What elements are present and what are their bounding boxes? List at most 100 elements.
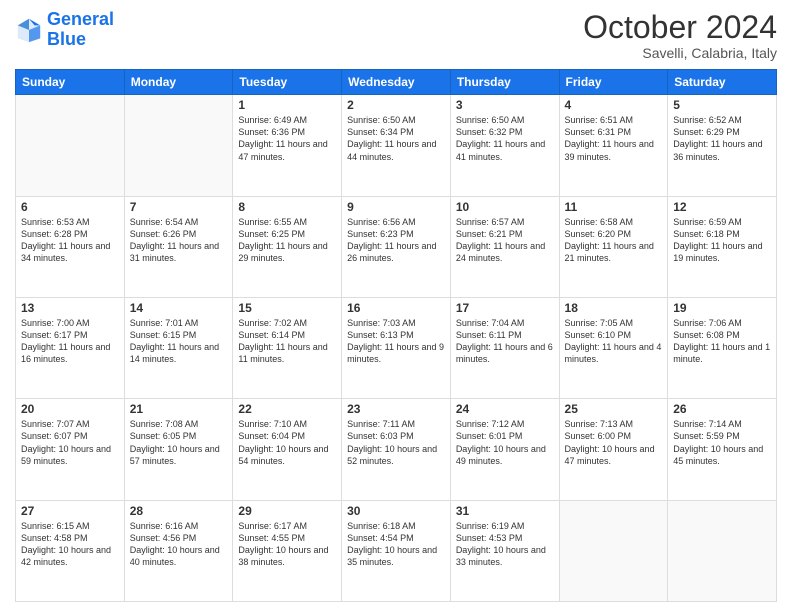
calendar-cell: 6 Sunrise: 6:53 AMSunset: 6:28 PMDayligh…: [16, 196, 125, 297]
cell-content: Sunrise: 7:00 AMSunset: 6:17 PMDaylight:…: [21, 318, 110, 364]
calendar-cell: [16, 95, 125, 196]
calendar-cell: 11 Sunrise: 6:58 AMSunset: 6:20 PMDaylig…: [559, 196, 668, 297]
calendar-cell: 27 Sunrise: 6:15 AMSunset: 4:58 PMDaylig…: [16, 500, 125, 601]
cell-content: Sunrise: 6:50 AMSunset: 6:32 PMDaylight:…: [456, 115, 545, 161]
calendar-week-0: 1 Sunrise: 6:49 AMSunset: 6:36 PMDayligh…: [16, 95, 777, 196]
calendar-week-1: 6 Sunrise: 6:53 AMSunset: 6:28 PMDayligh…: [16, 196, 777, 297]
cell-content: Sunrise: 7:12 AMSunset: 6:01 PMDaylight:…: [456, 419, 546, 465]
cell-content: Sunrise: 6:51 AMSunset: 6:31 PMDaylight:…: [565, 115, 654, 161]
calendar-cell: 26 Sunrise: 7:14 AMSunset: 5:59 PMDaylig…: [668, 399, 777, 500]
calendar-cell: 28 Sunrise: 6:16 AMSunset: 4:56 PMDaylig…: [124, 500, 233, 601]
calendar-table: Sunday Monday Tuesday Wednesday Thursday…: [15, 69, 777, 602]
calendar-cell: 5 Sunrise: 6:52 AMSunset: 6:29 PMDayligh…: [668, 95, 777, 196]
header: General Blue October 2024 Savelli, Calab…: [15, 10, 777, 61]
calendar-cell: 21 Sunrise: 7:08 AMSunset: 6:05 PMDaylig…: [124, 399, 233, 500]
calendar-cell: [668, 500, 777, 601]
cell-content: Sunrise: 6:54 AMSunset: 6:26 PMDaylight:…: [130, 217, 219, 263]
calendar-cell: 19 Sunrise: 7:06 AMSunset: 6:08 PMDaylig…: [668, 297, 777, 398]
calendar-cell: 23 Sunrise: 7:11 AMSunset: 6:03 PMDaylig…: [342, 399, 451, 500]
day-number: 5: [673, 98, 771, 112]
calendar-cell: 15 Sunrise: 7:02 AMSunset: 6:14 PMDaylig…: [233, 297, 342, 398]
logo-text: General Blue: [47, 10, 114, 50]
calendar-cell: 30 Sunrise: 6:18 AMSunset: 4:54 PMDaylig…: [342, 500, 451, 601]
cell-content: Sunrise: 6:50 AMSunset: 6:34 PMDaylight:…: [347, 115, 436, 161]
day-number: 31: [456, 504, 554, 518]
cell-content: Sunrise: 7:05 AMSunset: 6:10 PMDaylight:…: [565, 318, 662, 364]
day-number: 16: [347, 301, 445, 315]
logo-blue: Blue: [47, 30, 114, 50]
cell-content: Sunrise: 6:17 AMSunset: 4:55 PMDaylight:…: [238, 521, 328, 567]
logo-general: General: [47, 9, 114, 29]
cell-content: Sunrise: 6:57 AMSunset: 6:21 PMDaylight:…: [456, 217, 545, 263]
col-wednesday: Wednesday: [342, 70, 451, 95]
day-number: 7: [130, 200, 228, 214]
cell-content: Sunrise: 7:10 AMSunset: 6:04 PMDaylight:…: [238, 419, 328, 465]
day-number: 23: [347, 402, 445, 416]
logo-icon: [15, 16, 43, 44]
col-thursday: Thursday: [450, 70, 559, 95]
cell-content: Sunrise: 7:13 AMSunset: 6:00 PMDaylight:…: [565, 419, 655, 465]
cell-content: Sunrise: 7:11 AMSunset: 6:03 PMDaylight:…: [347, 419, 437, 465]
cell-content: Sunrise: 6:49 AMSunset: 6:36 PMDaylight:…: [238, 115, 327, 161]
calendar-week-2: 13 Sunrise: 7:00 AMSunset: 6:17 PMDaylig…: [16, 297, 777, 398]
calendar-week-3: 20 Sunrise: 7:07 AMSunset: 6:07 PMDaylig…: [16, 399, 777, 500]
calendar-cell: 13 Sunrise: 7:00 AMSunset: 6:17 PMDaylig…: [16, 297, 125, 398]
calendar-cell: 4 Sunrise: 6:51 AMSunset: 6:31 PMDayligh…: [559, 95, 668, 196]
cell-content: Sunrise: 6:19 AMSunset: 4:53 PMDaylight:…: [456, 521, 546, 567]
cell-content: Sunrise: 7:14 AMSunset: 5:59 PMDaylight:…: [673, 419, 763, 465]
day-number: 21: [130, 402, 228, 416]
cell-content: Sunrise: 7:01 AMSunset: 6:15 PMDaylight:…: [130, 318, 219, 364]
cell-content: Sunrise: 6:59 AMSunset: 6:18 PMDaylight:…: [673, 217, 762, 263]
day-number: 1: [238, 98, 336, 112]
cell-content: Sunrise: 6:58 AMSunset: 6:20 PMDaylight:…: [565, 217, 654, 263]
day-number: 8: [238, 200, 336, 214]
calendar-cell: 3 Sunrise: 6:50 AMSunset: 6:32 PMDayligh…: [450, 95, 559, 196]
calendar-cell: 20 Sunrise: 7:07 AMSunset: 6:07 PMDaylig…: [16, 399, 125, 500]
calendar-cell: [559, 500, 668, 601]
location: Savelli, Calabria, Italy: [583, 45, 777, 61]
day-number: 20: [21, 402, 119, 416]
cell-content: Sunrise: 7:03 AMSunset: 6:13 PMDaylight:…: [347, 318, 444, 364]
cell-content: Sunrise: 7:04 AMSunset: 6:11 PMDaylight:…: [456, 318, 553, 364]
cell-content: Sunrise: 6:52 AMSunset: 6:29 PMDaylight:…: [673, 115, 762, 161]
day-number: 28: [130, 504, 228, 518]
day-number: 29: [238, 504, 336, 518]
cell-content: Sunrise: 7:06 AMSunset: 6:08 PMDaylight:…: [673, 318, 770, 364]
calendar-cell: 18 Sunrise: 7:05 AMSunset: 6:10 PMDaylig…: [559, 297, 668, 398]
calendar-cell: 17 Sunrise: 7:04 AMSunset: 6:11 PMDaylig…: [450, 297, 559, 398]
calendar-cell: 7 Sunrise: 6:54 AMSunset: 6:26 PMDayligh…: [124, 196, 233, 297]
calendar-cell: [124, 95, 233, 196]
calendar-cell: 10 Sunrise: 6:57 AMSunset: 6:21 PMDaylig…: [450, 196, 559, 297]
cell-content: Sunrise: 6:53 AMSunset: 6:28 PMDaylight:…: [21, 217, 110, 263]
calendar-cell: 31 Sunrise: 6:19 AMSunset: 4:53 PMDaylig…: [450, 500, 559, 601]
day-number: 30: [347, 504, 445, 518]
calendar-cell: 8 Sunrise: 6:55 AMSunset: 6:25 PMDayligh…: [233, 196, 342, 297]
day-number: 24: [456, 402, 554, 416]
day-number: 12: [673, 200, 771, 214]
calendar-cell: 22 Sunrise: 7:10 AMSunset: 6:04 PMDaylig…: [233, 399, 342, 500]
cell-content: Sunrise: 7:07 AMSunset: 6:07 PMDaylight:…: [21, 419, 111, 465]
day-number: 17: [456, 301, 554, 315]
day-number: 27: [21, 504, 119, 518]
cell-content: Sunrise: 6:18 AMSunset: 4:54 PMDaylight:…: [347, 521, 437, 567]
month-title: October 2024: [583, 10, 777, 45]
day-number: 4: [565, 98, 663, 112]
calendar-cell: 25 Sunrise: 7:13 AMSunset: 6:00 PMDaylig…: [559, 399, 668, 500]
day-number: 6: [21, 200, 119, 214]
col-saturday: Saturday: [668, 70, 777, 95]
calendar-header-row: Sunday Monday Tuesday Wednesday Thursday…: [16, 70, 777, 95]
day-number: 9: [347, 200, 445, 214]
day-number: 14: [130, 301, 228, 315]
day-number: 25: [565, 402, 663, 416]
calendar-cell: 24 Sunrise: 7:12 AMSunset: 6:01 PMDaylig…: [450, 399, 559, 500]
col-friday: Friday: [559, 70, 668, 95]
col-sunday: Sunday: [16, 70, 125, 95]
day-number: 13: [21, 301, 119, 315]
col-monday: Monday: [124, 70, 233, 95]
title-area: October 2024 Savelli, Calabria, Italy: [583, 10, 777, 61]
calendar-cell: 2 Sunrise: 6:50 AMSunset: 6:34 PMDayligh…: [342, 95, 451, 196]
calendar-week-4: 27 Sunrise: 6:15 AMSunset: 4:58 PMDaylig…: [16, 500, 777, 601]
day-number: 18: [565, 301, 663, 315]
cell-content: Sunrise: 6:56 AMSunset: 6:23 PMDaylight:…: [347, 217, 436, 263]
calendar-cell: 12 Sunrise: 6:59 AMSunset: 6:18 PMDaylig…: [668, 196, 777, 297]
